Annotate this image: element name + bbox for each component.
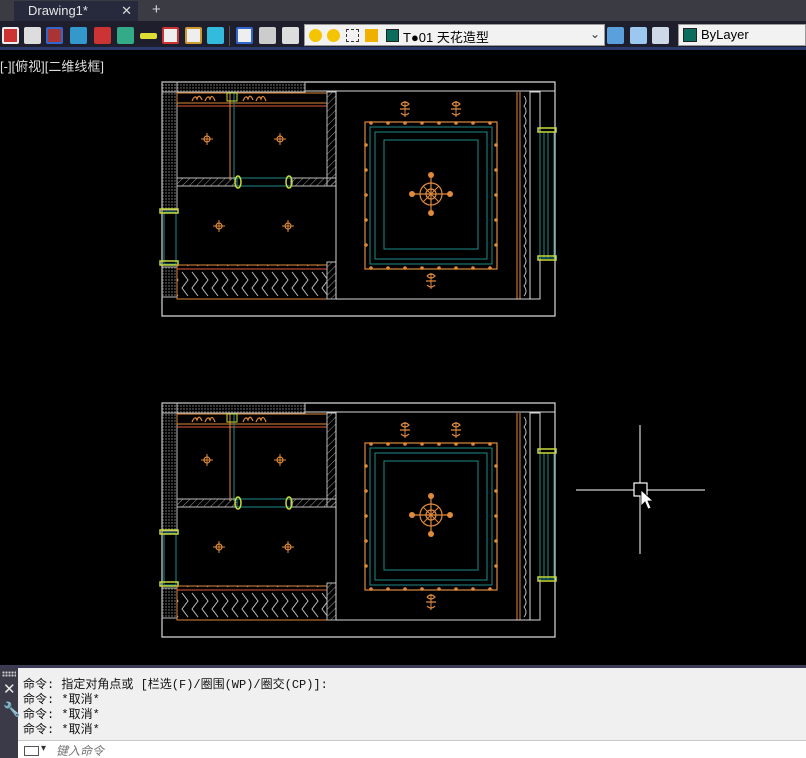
layer-walk-icon[interactable] — [140, 33, 157, 39]
tab-close-icon[interactable]: ✕ — [121, 1, 132, 20]
lightbulb-icon[interactable] — [309, 29, 322, 42]
lock-icon[interactable] — [365, 29, 378, 42]
layer-off-icon[interactable] — [207, 27, 224, 44]
command-input-row: ▾ — [18, 740, 806, 758]
layer-match-icon[interactable] — [117, 27, 134, 44]
document-tab-bar: Drawing1* ✕ + — [0, 0, 806, 21]
color-swatch — [683, 28, 697, 42]
new-tab-button[interactable]: + — [152, 0, 161, 20]
close-icon[interactable]: ✕ — [3, 680, 16, 698]
drawing-canvas[interactable] — [0, 53, 806, 665]
tab-label: Drawing1* — [28, 3, 88, 18]
toolbar-separator — [229, 26, 230, 46]
layer-lock-icon[interactable] — [185, 27, 202, 44]
floor-plan-bottom — [160, 403, 556, 637]
layer-settings-icon[interactable] — [282, 27, 299, 44]
layer-freeze-icon[interactable] — [162, 27, 179, 44]
layer-color-swatch — [386, 29, 399, 42]
layer-unisolate-icon[interactable] — [94, 27, 111, 44]
wrench-icon[interactable]: 🔧 — [3, 701, 20, 718]
layer-edit-icon[interactable] — [236, 27, 253, 44]
layer-save-icon[interactable] — [259, 27, 276, 44]
chevron-down-icon[interactable]: ⌄ — [590, 27, 600, 41]
tab-drawing1[interactable]: Drawing1* ✕ — [14, 1, 138, 21]
command-input[interactable] — [56, 742, 756, 758]
floor-plan-top — [160, 82, 556, 316]
layer-properties-icon[interactable] — [2, 27, 19, 44]
layer-stack-icon[interactable] — [652, 27, 669, 44]
viewport-freeze-icon[interactable] — [346, 29, 359, 42]
command-history: 命令: 指定对角点或 [栏选(F)/圈围(WP)/圈交(CP)]: 命令: *取消… — [23, 678, 328, 738]
layer-previous-icon[interactable] — [46, 27, 63, 44]
layer-name: T●01 天花造型 — [403, 30, 489, 45]
layer-state-icon[interactable] — [24, 27, 41, 44]
layer-toolbar: T●01 天花造型 ⌄ ByLayer — [0, 21, 806, 50]
command-window: ✕ 🔧 命令: 指定对角点或 [栏选(F)/圈围(WP)/圈交(CP)]: 命令:… — [0, 665, 806, 758]
chevron-down-icon[interactable]: ▾ — [41, 743, 46, 754]
history-line: 命令: 指定对角点或 [栏选(F)/圈围(WP)/圈交(CP)]: — [23, 678, 328, 692]
crosshair-cursor-icon — [576, 425, 705, 554]
match-layer-icon[interactable] — [630, 27, 647, 44]
history-line: 命令: *取消* — [23, 708, 100, 722]
sun-icon[interactable] — [327, 29, 340, 42]
color-dropdown[interactable]: ByLayer — [678, 24, 806, 46]
history-line: 命令: *取消* — [23, 693, 100, 707]
color-label: ByLayer — [701, 27, 749, 42]
drag-grip-icon[interactable] — [2, 671, 16, 677]
layer-dropdown[interactable]: T●01 天花造型 ⌄ — [304, 24, 605, 46]
layer-isolate-icon[interactable] — [70, 27, 87, 44]
command-prompt-icon[interactable] — [24, 746, 39, 756]
history-line: 命令: *取消* — [23, 723, 100, 737]
make-current-layer-icon[interactable] — [607, 27, 624, 44]
command-window-sidebar: ✕ 🔧 — [0, 668, 20, 758]
